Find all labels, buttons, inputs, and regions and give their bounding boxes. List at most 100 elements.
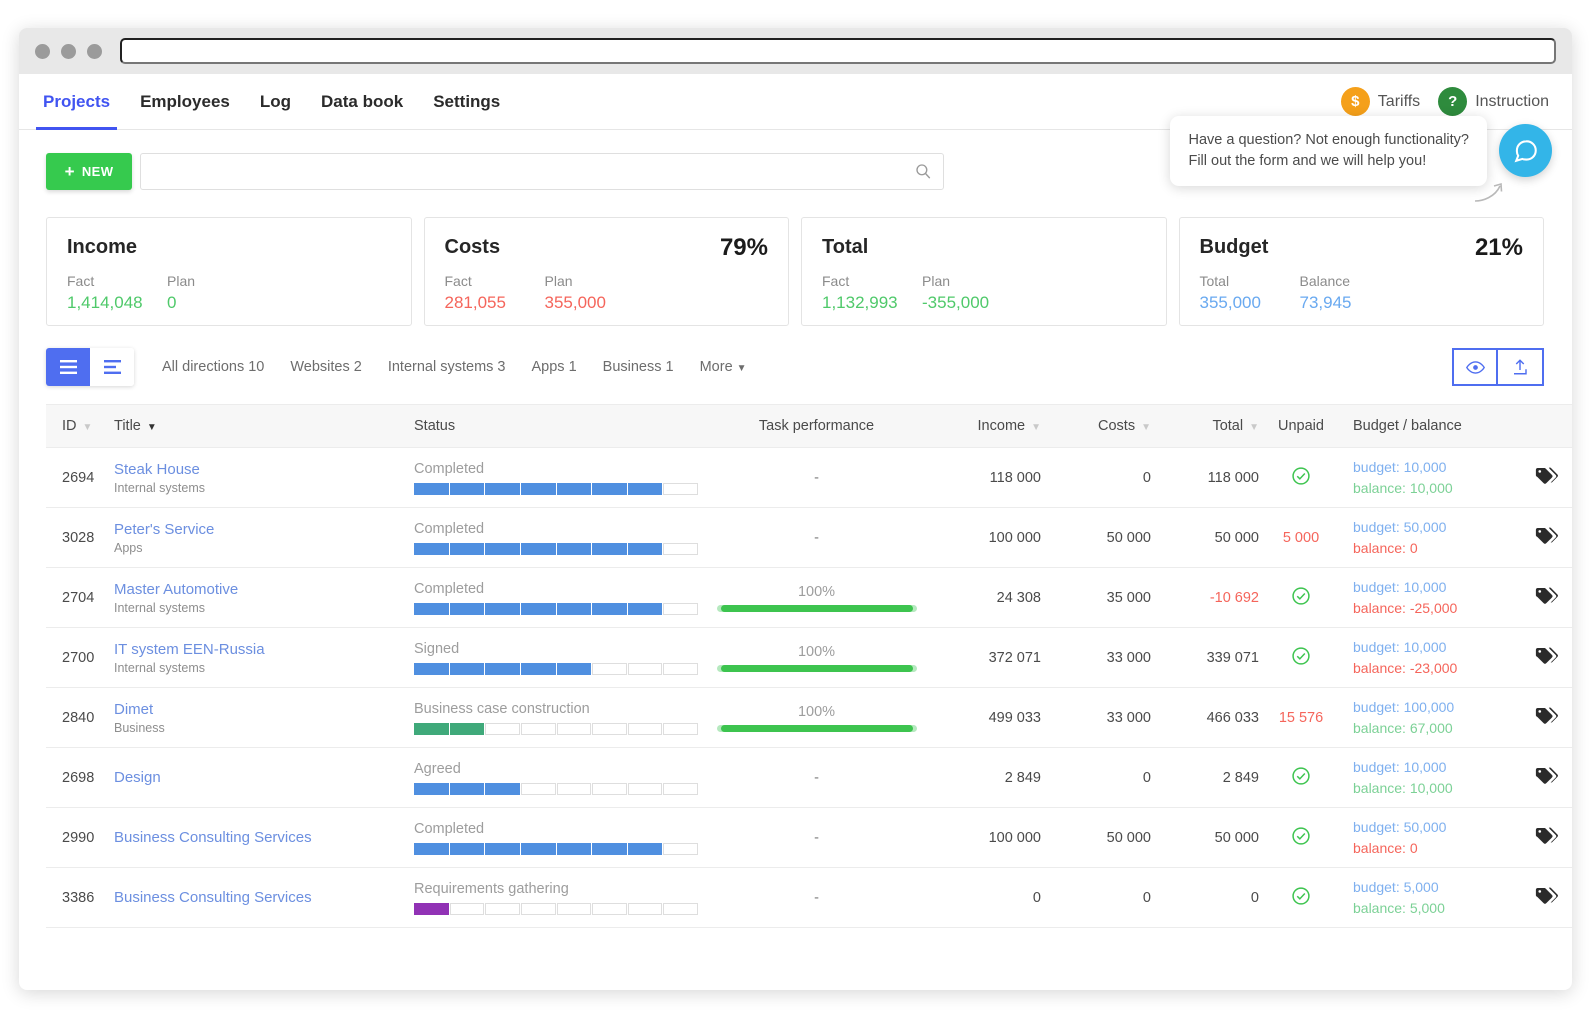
table-row[interactable]: 3386Business Consulting ServicesRequirem… xyxy=(46,868,1572,928)
status-progress-bar xyxy=(414,723,698,735)
header-task-performance[interactable]: Task performance xyxy=(704,405,929,448)
balance-amount: balance: 10,000 xyxy=(1353,478,1518,498)
tags-icon[interactable] xyxy=(1535,886,1558,906)
maximize-window-dot[interactable] xyxy=(87,44,102,59)
search-icon[interactable] xyxy=(914,162,932,180)
project-title-link[interactable]: Business Consulting Services xyxy=(114,889,414,906)
cell-title: Steak HouseInternal systems xyxy=(114,448,414,508)
header-budget-balance[interactable]: Budget / balance xyxy=(1343,405,1518,448)
status-segment xyxy=(663,543,698,555)
filter-more[interactable]: More▼ xyxy=(700,359,747,375)
new-button-label: NEW xyxy=(82,164,114,179)
cell-tag xyxy=(1518,568,1572,628)
project-title-link[interactable]: Steak House xyxy=(114,461,414,478)
chat-button[interactable] xyxy=(1499,124,1552,177)
project-title-link[interactable]: Dimet xyxy=(114,701,414,718)
card-total-plan-label: Plan xyxy=(922,273,1022,289)
cell-unpaid xyxy=(1259,868,1343,928)
header-status[interactable]: Status xyxy=(414,405,704,448)
cell-tag xyxy=(1518,868,1572,928)
table-header-row: ID▼ Title▼ Status Task performance Incom… xyxy=(46,405,1572,448)
header-title[interactable]: Title▼ xyxy=(114,405,414,448)
header-unpaid[interactable]: Unpaid xyxy=(1259,405,1343,448)
tags-icon[interactable] xyxy=(1535,766,1558,786)
header-income[interactable]: Income▼ xyxy=(929,405,1041,448)
card-budget-total-value: 355,000 xyxy=(1200,293,1300,313)
project-title-link[interactable]: Design xyxy=(114,769,414,786)
instruction-link[interactable]: ? Instruction xyxy=(1438,87,1549,116)
status-segment xyxy=(592,603,627,615)
performance-empty-label: - xyxy=(704,890,929,906)
status-segment xyxy=(521,903,556,915)
table-row[interactable]: 2694Steak HouseInternal systemsCompleted… xyxy=(46,448,1572,508)
status-segment xyxy=(485,543,520,555)
table-row[interactable]: 2698DesignAgreed-2 84902 849budget: 10,0… xyxy=(46,748,1572,808)
check-circle-icon xyxy=(1291,826,1311,846)
status-segment xyxy=(485,603,520,615)
status-segment xyxy=(557,843,592,855)
cell-income: 118 000 xyxy=(929,448,1041,508)
filter-all-directions[interactable]: All directions 10 xyxy=(162,359,264,375)
nav-tab-log[interactable]: Log xyxy=(245,74,306,130)
header-costs[interactable]: Costs▼ xyxy=(1041,405,1151,448)
status-label: Requirements gathering xyxy=(414,881,704,897)
nav-tab-employees[interactable]: Employees xyxy=(125,74,245,130)
cell-total: 50 000 xyxy=(1151,508,1259,568)
table-row[interactable]: 2840DimetBusinessBusiness case construct… xyxy=(46,688,1572,748)
export-button[interactable] xyxy=(1498,348,1544,386)
summary-cards: Income Fact 1,414,048 Plan 0 Costs 79% F… xyxy=(19,190,1572,326)
tags-icon[interactable] xyxy=(1535,706,1558,726)
header-total[interactable]: Total▼ xyxy=(1151,405,1259,448)
search-input[interactable] xyxy=(140,153,944,190)
project-title-link[interactable]: IT system EEN-Russia xyxy=(114,641,414,658)
card-income: Income Fact 1,414,048 Plan 0 xyxy=(46,217,412,326)
table-row[interactable]: 2990Business Consulting ServicesComplete… xyxy=(46,808,1572,868)
table-row[interactable]: 3028Peter's ServiceAppsCompleted-100 000… xyxy=(46,508,1572,568)
cell-status: Completed xyxy=(414,448,704,508)
tags-icon[interactable] xyxy=(1535,466,1558,486)
nav-utility-links: $ Tariffs ? Instruction xyxy=(1341,87,1563,116)
tags-icon[interactable] xyxy=(1535,646,1558,666)
tags-icon[interactable] xyxy=(1535,586,1558,606)
project-title-link[interactable]: Master Automotive xyxy=(114,581,414,598)
preview-button[interactable] xyxy=(1452,348,1498,386)
nav-tab-projects[interactable]: Projects xyxy=(28,74,125,130)
nav-tab-settings[interactable]: Settings xyxy=(418,74,515,130)
tags-icon[interactable] xyxy=(1535,826,1558,846)
url-bar[interactable] xyxy=(120,38,1556,64)
status-segment xyxy=(414,483,449,495)
filter-apps[interactable]: Apps 1 xyxy=(532,359,577,375)
filter-business[interactable]: Business 1 xyxy=(603,359,674,375)
performance-progress-bar xyxy=(717,665,917,672)
tags-icon[interactable] xyxy=(1535,526,1558,546)
cell-id: 2694 xyxy=(46,448,114,508)
action-toolbar: + NEW Have a question? Not enough functi… xyxy=(19,130,1572,190)
project-title-link[interactable]: Business Consulting Services xyxy=(114,829,414,846)
check-circle-icon xyxy=(1291,586,1311,606)
filter-websites[interactable]: Websites 2 xyxy=(290,359,361,375)
compact-view-button[interactable] xyxy=(90,348,134,386)
nav-tab-data-book[interactable]: Data book xyxy=(306,74,418,130)
cell-title: Design xyxy=(114,748,414,808)
cell-title: IT system EEN-RussiaInternal systems xyxy=(114,628,414,688)
cell-id: 3028 xyxy=(46,508,114,568)
table-row[interactable]: 2704Master AutomotiveInternal systemsCom… xyxy=(46,568,1572,628)
cell-task-performance: 100% xyxy=(704,628,929,688)
list-view-button[interactable] xyxy=(46,348,90,386)
new-project-button[interactable]: + NEW xyxy=(46,153,132,190)
card-income-plan-value: 0 xyxy=(167,293,267,313)
performance-progress-bar xyxy=(717,725,917,732)
tariffs-link[interactable]: $ Tariffs xyxy=(1341,87,1420,116)
filter-internal-systems[interactable]: Internal systems 3 xyxy=(388,359,506,375)
cell-costs: 50 000 xyxy=(1041,808,1151,868)
minimize-window-dot[interactable] xyxy=(61,44,76,59)
header-id[interactable]: ID▼ xyxy=(46,405,114,448)
project-title-link[interactable]: Peter's Service xyxy=(114,521,414,538)
header-title-label: Title xyxy=(114,418,141,434)
table-row[interactable]: 2700IT system EEN-RussiaInternal systems… xyxy=(46,628,1572,688)
status-segment xyxy=(557,603,592,615)
cell-total: 466 033 xyxy=(1151,688,1259,748)
close-window-dot[interactable] xyxy=(35,44,50,59)
card-total-title: Total xyxy=(822,236,1146,259)
status-segment xyxy=(557,663,592,675)
